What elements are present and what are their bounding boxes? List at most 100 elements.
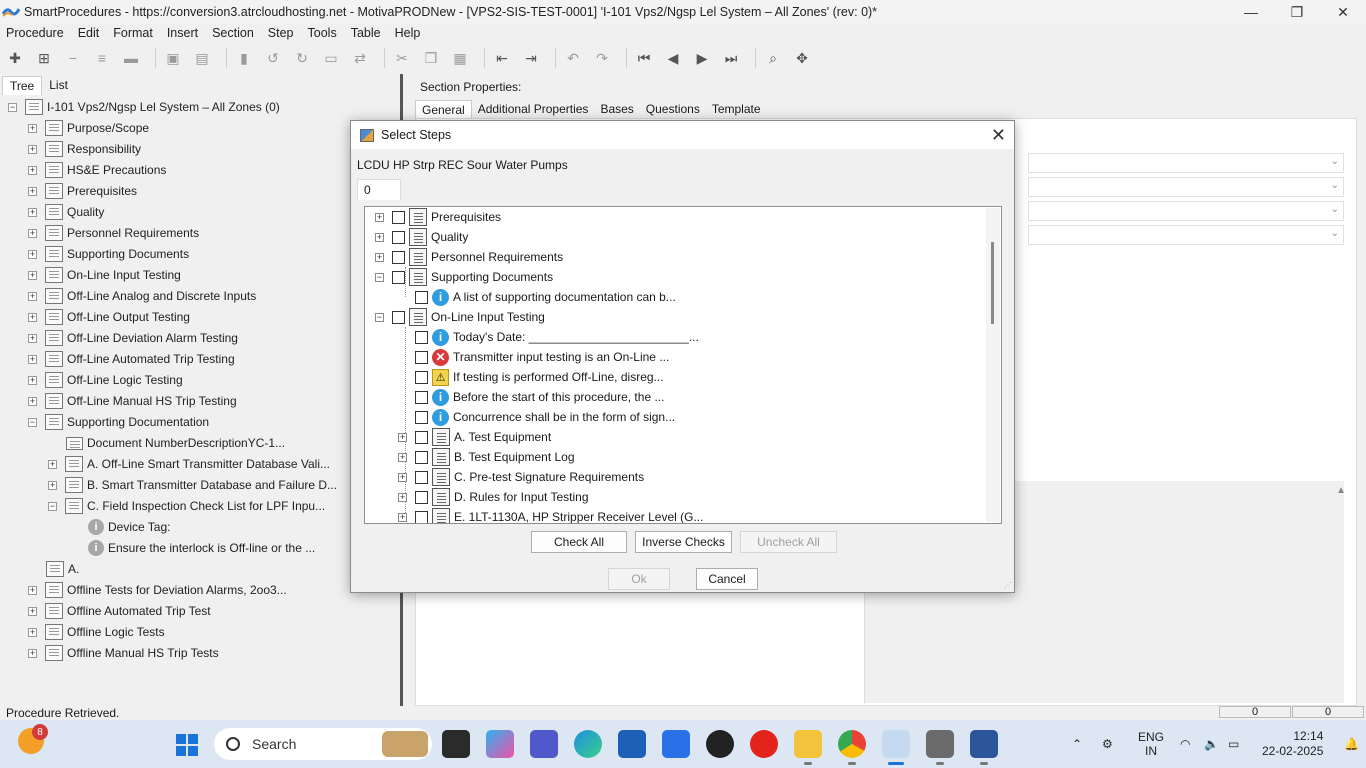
tree-item[interactable]: + Off-Line Analog and Discrete Inputs (28, 286, 256, 306)
redo-icon[interactable]: ↷ (591, 47, 613, 69)
tree-subitem[interactable]: Document NumberDescriptionYC-1... (66, 433, 285, 453)
step-checkbox[interactable] (415, 450, 428, 464)
tree-step[interactable]: i Device Tag: (88, 517, 170, 537)
ok-button[interactable]: Ok (608, 568, 670, 590)
first-icon[interactable]: ⏮ (633, 47, 655, 69)
minus-icon[interactable]: ▬ (120, 47, 142, 69)
tree-item[interactable]: + Offline Logic Tests (28, 622, 165, 642)
step-checkbox[interactable] (415, 330, 428, 344)
lock-icon[interactable]: ▮ (233, 47, 255, 69)
task-view-icon[interactable] (442, 730, 470, 758)
tab-template[interactable]: Template (706, 100, 767, 119)
step-checkbox[interactable] (415, 410, 428, 424)
step-checkbox[interactable] (392, 310, 405, 324)
transfer-icon[interactable]: ⇄ (349, 47, 371, 69)
remove-icon[interactable]: − (62, 47, 84, 69)
expand-icon[interactable]: + (28, 165, 37, 175)
cut-icon[interactable]: ✂ (391, 47, 413, 69)
tab-list[interactable]: List (42, 76, 75, 95)
step-checkbox[interactable] (415, 430, 428, 444)
window-icon[interactable]: ▭ (320, 47, 342, 69)
tree-item[interactable]: + Off-Line Output Testing (28, 307, 190, 327)
taskbar-search[interactable]: Search (214, 728, 432, 760)
expand-icon[interactable]: + (398, 512, 407, 522)
property-dropdown[interactable]: ⌄ (1028, 177, 1344, 197)
menu-procedure[interactable]: Procedure (6, 26, 64, 40)
copilot-icon[interactable] (486, 730, 514, 758)
tree-item[interactable]: + Off-Line Manual HS Trip Testing (28, 391, 237, 411)
menu-insert[interactable]: Insert (167, 26, 198, 40)
expand-icon[interactable]: + (28, 123, 37, 133)
collapse-icon[interactable]: − (28, 417, 37, 427)
tree-item[interactable]: + Offline Tests for Deviation Alarms, 2oo… (28, 580, 287, 600)
menu-table[interactable]: Table (351, 26, 381, 40)
step-checkbox[interactable] (415, 390, 428, 404)
tree-item[interactable]: + Purpose/Scope (28, 118, 149, 138)
tab-general[interactable]: General (415, 100, 472, 119)
tree-item[interactable]: + On-Line Input Testing (28, 265, 181, 285)
collapse-icon[interactable]: − (48, 501, 57, 511)
copy-icon[interactable]: ❐ (420, 47, 442, 69)
tab-tree[interactable]: Tree (2, 76, 43, 95)
indent-icon[interactable]: ⇥ (520, 47, 542, 69)
menu-edit[interactable]: Edit (78, 26, 100, 40)
minimize-button[interactable]: — (1228, 0, 1274, 24)
remote-app-icon[interactable] (926, 730, 954, 758)
tab-additional-properties[interactable]: Additional Properties (472, 100, 595, 119)
expand-icon[interactable]: + (28, 354, 37, 364)
dell-icon[interactable] (706, 730, 734, 758)
tree-subitem[interactable]: − C. Field Inspection Check List for LPF … (48, 496, 325, 516)
clock[interactable]: 12:14 22-02-2025 (1262, 720, 1323, 768)
expand-icon[interactable]: + (28, 186, 37, 196)
tab-questions[interactable]: Questions (640, 100, 706, 119)
step-checkbox[interactable] (415, 470, 428, 484)
step-row[interactable]: − On-Line Input Testing (375, 307, 545, 327)
last-icon[interactable]: ⏭ (720, 47, 742, 69)
expand-icon[interactable]: + (28, 144, 37, 154)
menu-format[interactable]: Format (113, 26, 153, 40)
expand-icon[interactable]: + (28, 249, 37, 259)
volume-icon[interactable]: 🔈 (1204, 720, 1219, 768)
save-all-icon[interactable]: ▤ (191, 47, 213, 69)
expand-icon[interactable]: + (375, 212, 384, 222)
step-row[interactable]: ✕ Transmitter input testing is an On-Line… (415, 347, 669, 367)
file-explorer-icon[interactable] (794, 730, 822, 758)
previous-icon[interactable]: ◀ (662, 47, 684, 69)
next-icon[interactable]: ▶ (691, 47, 713, 69)
expand-icon[interactable]: + (28, 648, 37, 658)
step-row[interactable]: i A list of supporting documentation can … (415, 287, 676, 307)
move-icon[interactable]: ✥ (791, 47, 813, 69)
tree-item[interactable]: + Quality (28, 202, 104, 222)
start-button[interactable] (176, 734, 198, 756)
step-checkbox[interactable] (415, 370, 428, 384)
expand-icon[interactable]: + (28, 291, 37, 301)
step-row[interactable]: + D. Rules for Input Testing (398, 487, 589, 507)
expand-icon[interactable]: + (398, 472, 407, 482)
tree-item[interactable]: + Personnel Requirements (28, 223, 199, 243)
tree-root[interactable]: − I-101 Vps2/Ngsp Lel System – All Zones… (8, 97, 280, 117)
chrome-icon[interactable] (838, 730, 866, 758)
dialog-close-button[interactable]: ✕ (991, 125, 1006, 146)
find-icon[interactable]: ⌕ (762, 47, 784, 69)
menu-tools[interactable]: Tools (308, 26, 337, 40)
add-step-icon[interactable]: ⊞ (33, 47, 55, 69)
collapse-icon[interactable]: − (8, 102, 17, 112)
scrollbar-thumb[interactable] (991, 242, 994, 324)
expand-icon[interactable]: + (48, 480, 57, 490)
power-automate-icon[interactable] (662, 730, 690, 758)
check-all-button[interactable]: Check All (531, 531, 627, 553)
expand-icon[interactable]: + (375, 232, 384, 242)
notifications-icon[interactable]: 🔔 (1344, 720, 1359, 768)
step-row[interactable]: − Supporting Documents (375, 267, 553, 287)
expand-icon[interactable]: + (375, 252, 384, 262)
step-row[interactable]: + C. Pre-test Signature Requirements (398, 467, 644, 487)
property-dropdown[interactable]: ⌄ (1028, 153, 1344, 173)
refresh-icon[interactable]: ↻ (291, 47, 313, 69)
tab-bases[interactable]: Bases (594, 100, 639, 119)
smartprocedures-icon[interactable] (882, 730, 910, 758)
tree-item[interactable]: + Offline Manual HS Trip Tests (28, 643, 219, 663)
expand-icon[interactable]: + (48, 459, 57, 469)
outdent-icon[interactable]: ⇤ (491, 47, 513, 69)
menu-step[interactable]: Step (268, 26, 294, 40)
step-row[interactable]: + Personnel Requirements (375, 247, 563, 267)
